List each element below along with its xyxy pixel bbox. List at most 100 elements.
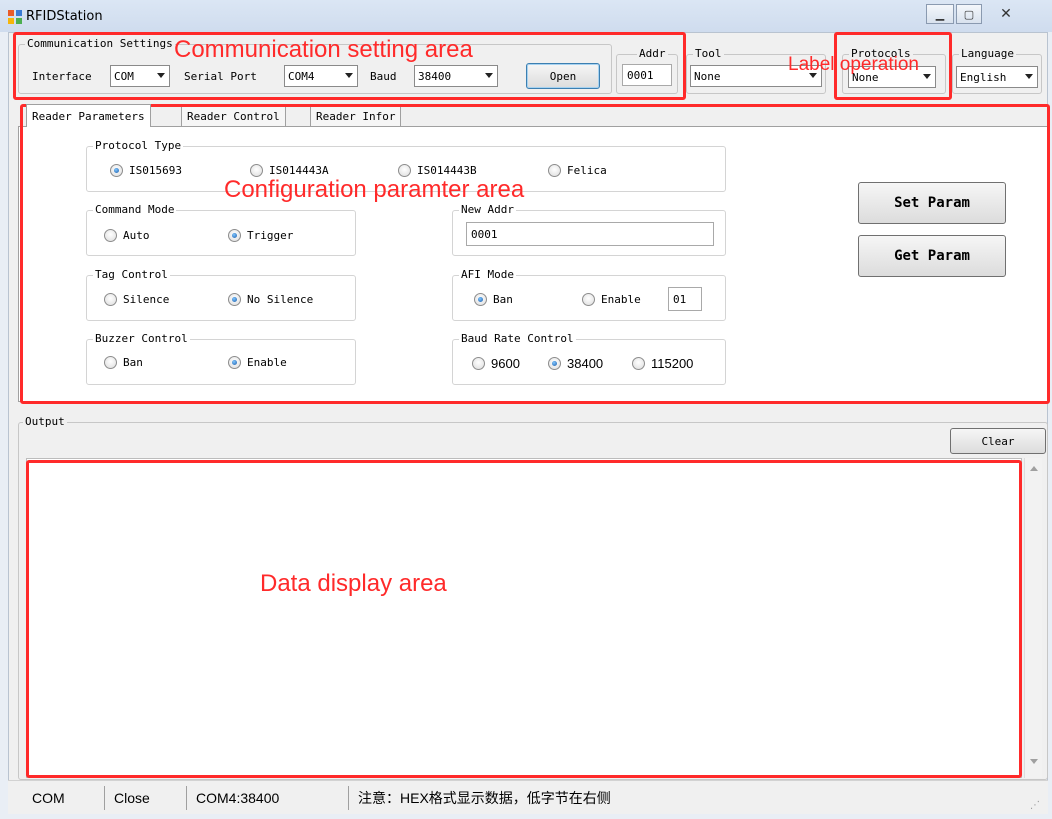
chevron-down-icon (485, 73, 493, 78)
buzzer-control-legend: Buzzer Control (93, 332, 190, 345)
radio-selected-indicator (228, 229, 241, 242)
radio-baud-9600[interactable]: 9600 (472, 356, 520, 371)
status-port-baud: COM4:38400 (196, 790, 280, 806)
scroll-up-icon[interactable] (1030, 466, 1038, 471)
get-param-button[interactable]: Get Param (858, 235, 1006, 277)
scroll-down-icon[interactable] (1030, 759, 1038, 764)
radio-buzzer-enable-label: Enable (247, 356, 287, 369)
radio-buzzer-enable[interactable]: Enable (228, 356, 287, 369)
radio-unselected-indicator (104, 293, 117, 306)
tool-legend: Tool (693, 47, 724, 60)
radio-afi-ban[interactable]: Ban (474, 293, 513, 306)
baud-select[interactable]: 38400 (414, 65, 498, 87)
tag-control-legend: Tag Control (93, 268, 170, 281)
annotation-communication-text: Communication setting area (174, 36, 473, 63)
output-textarea[interactable] (26, 458, 1022, 778)
command-mode-legend: Command Mode (93, 203, 177, 216)
radio-afi-enable[interactable]: Enable (582, 293, 641, 306)
radio-auto[interactable]: Auto (104, 229, 150, 242)
addr-input[interactable]: 0001 (622, 64, 672, 86)
radio-no-silence-label: No Silence (247, 293, 314, 306)
annotation-data-display-text: Data display area (260, 570, 447, 597)
radio-baud-115200[interactable]: 115200 (632, 356, 693, 371)
radio-baud-38400-label: 38400 (567, 356, 604, 371)
radio-trigger[interactable]: Trigger (228, 229, 293, 242)
radio-selected-indicator (110, 164, 123, 177)
language-select[interactable]: English (956, 66, 1038, 88)
annotation-label-operation-text: Label operation (788, 54, 919, 75)
maximize-button[interactable]: ▢ (956, 4, 982, 24)
baud-rate-control-legend: Baud Rate Control (459, 332, 576, 345)
addr-legend: Addr (637, 47, 668, 60)
minimize-icon: ▁ (935, 7, 945, 21)
radio-silence-label: Silence (123, 293, 170, 306)
radio-buzzer-ban[interactable]: Ban (104, 356, 143, 369)
maximize-icon: ▢ (963, 7, 975, 21)
status-note: 注意：HEX格式显示数据，低字节在右侧 (358, 790, 611, 806)
communication-settings-legend: Communication Settings (25, 37, 175, 50)
radio-felica-label: Felica (567, 164, 607, 177)
interface-select-value: COM (114, 69, 134, 83)
status-separator (348, 786, 349, 810)
close-window-button[interactable]: ✕ (984, 4, 1028, 24)
baud-select-value: 38400 (418, 69, 452, 83)
serial-port-label: Serial Port (184, 70, 257, 83)
radio-afi-enable-label: Enable (601, 293, 641, 306)
window-title: RFIDStation (26, 9, 103, 24)
app-icon (8, 10, 22, 24)
interface-label: Interface (32, 70, 92, 83)
radio-unselected-indicator (472, 357, 485, 370)
language-legend: Language (959, 47, 1016, 60)
serial-port-select[interactable]: COM4 (284, 65, 358, 87)
resize-grip-icon[interactable]: ⋰ (1030, 800, 1040, 811)
minimize-button[interactable]: ▁ (926, 4, 954, 24)
radio-baud-38400[interactable]: 38400 (548, 356, 603, 371)
radio-selected-indicator (474, 293, 487, 306)
open-button[interactable]: Open (526, 63, 600, 89)
radio-silence[interactable]: Silence (104, 293, 169, 306)
close-icon: ✕ (1000, 6, 1012, 22)
status-separator (186, 786, 187, 810)
status-connection-state: Close (114, 790, 150, 806)
tab-reader-parameters[interactable]: Reader Parameters (26, 104, 151, 127)
chevron-down-icon (923, 74, 931, 79)
output-scrollbar[interactable] (1024, 458, 1042, 778)
radio-buzzer-ban-label: Ban (123, 356, 143, 369)
set-param-button[interactable]: Set Param (858, 182, 1006, 224)
serial-port-select-value: COM4 (288, 69, 315, 83)
new-addr-input[interactable]: 0001 (466, 222, 714, 246)
radio-felica[interactable]: Felica (548, 164, 607, 177)
radio-unselected-indicator (104, 356, 117, 369)
title-bar (0, 0, 1052, 32)
radio-no-silence[interactable]: No Silence (228, 293, 313, 306)
radio-iso15693[interactable]: IS015693 (110, 164, 182, 177)
chevron-down-icon (345, 73, 353, 78)
radio-afi-ban-label: Ban (493, 293, 513, 306)
tab-reader-infor[interactable]: Reader Infor (310, 106, 402, 126)
status-interface: COM (32, 790, 65, 806)
status-separator (104, 786, 105, 810)
clear-button[interactable]: Clear (950, 428, 1046, 454)
chevron-down-icon (1025, 74, 1033, 79)
radio-iso15693-label: IS015693 (129, 164, 182, 177)
radio-baud-9600-label: 9600 (491, 356, 520, 371)
tab-reader-control[interactable]: Reader Control (181, 106, 286, 126)
radio-selected-indicator (228, 356, 241, 369)
chevron-down-icon (157, 73, 165, 78)
radio-selected-indicator (228, 293, 241, 306)
radio-baud-115200-label: 115200 (651, 356, 694, 371)
afi-mode-legend: AFI Mode (459, 268, 516, 281)
radio-trigger-label: Trigger (247, 229, 294, 242)
radio-unselected-indicator (582, 293, 595, 306)
radio-auto-label: Auto (123, 229, 150, 242)
radio-selected-indicator (548, 357, 561, 370)
radio-unselected-indicator (632, 357, 645, 370)
afi-value-input[interactable]: 01 (668, 287, 702, 311)
new-addr-legend: New Addr (459, 203, 516, 216)
language-select-value: English (960, 70, 1007, 84)
radio-unselected-indicator (104, 229, 117, 242)
protocol-type-legend: Protocol Type (93, 139, 184, 152)
interface-select[interactable]: COM (110, 65, 170, 87)
tool-select-value: None (694, 69, 721, 83)
baud-label: Baud (370, 70, 397, 83)
